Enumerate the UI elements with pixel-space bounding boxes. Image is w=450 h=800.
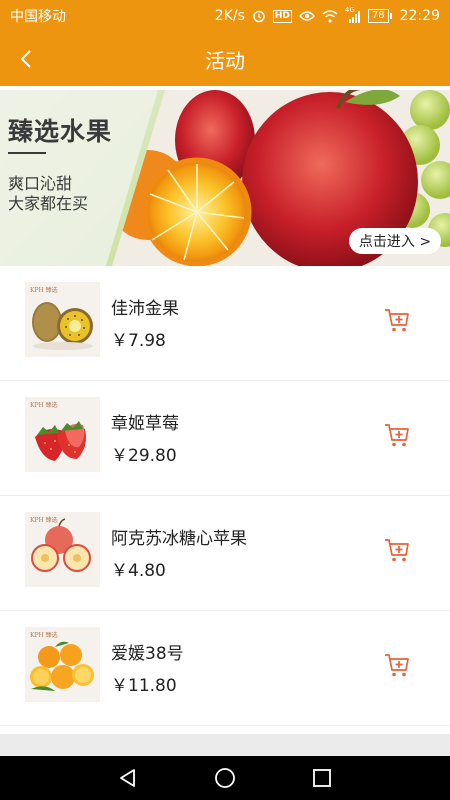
network-speed: 2K/s	[214, 8, 245, 24]
triangle-back-icon	[120, 769, 136, 787]
product-image-apple: KPH 臻选	[25, 512, 100, 587]
add-cart-icon	[385, 424, 409, 447]
thumb-logo: KPH 臻选	[30, 517, 58, 524]
product-list: KPH 臻选 佳沛金果 ￥7.98 KPH 臻选 章姬草莓 ￥29.80 KPH…	[0, 266, 450, 726]
product-image-strawberry: KPH 臻选	[25, 397, 100, 472]
list-item[interactable]: KPH 臻选 佳沛金果 ￥7.98	[0, 266, 450, 381]
thumb-logo: KPH 臻选	[30, 287, 58, 294]
add-to-cart-button[interactable]	[383, 536, 411, 564]
square-recents-icon	[312, 769, 331, 787]
list-item[interactable]: KPH 臻选 爱媛38号 ￥11.80	[0, 611, 450, 726]
product-price: ￥11.80	[111, 676, 177, 696]
add-cart-icon	[385, 539, 409, 562]
add-cart-icon	[385, 654, 409, 677]
product-price: ￥7.98	[111, 331, 166, 351]
page-title: 活动	[205, 48, 245, 73]
banner-subtitle-2: 大家都在买	[8, 194, 89, 213]
product-name: 章姬草莓	[111, 414, 179, 434]
list-item[interactable]: KPH 臻选 章姬草莓 ￥29.80	[0, 381, 450, 496]
network-type: 4G	[344, 5, 355, 14]
banner-title: 臻选水果	[8, 117, 113, 146]
product-image-orange: KPH 臻选	[25, 627, 100, 702]
status-bar: 中国移动 2K/s HD 4G 78 22:29	[0, 0, 450, 32]
nav-back-button[interactable]	[108, 758, 148, 798]
add-cart-icon	[385, 309, 409, 332]
back-button[interactable]	[6, 32, 46, 86]
wifi-icon	[322, 9, 338, 23]
status-icons: 2K/s HD 4G 78 22:29	[214, 6, 440, 25]
alarm-icon	[252, 9, 266, 23]
add-to-cart-button[interactable]	[383, 306, 411, 334]
hd-icon: HD	[272, 9, 292, 23]
enter-button[interactable]: 点击进入 >	[349, 228, 441, 254]
signal-icon: 4G	[345, 6, 361, 23]
clock: 22:29	[399, 8, 440, 24]
nav-recents-button[interactable]	[302, 758, 342, 798]
list-item[interactable]: KPH 臻选 阿克苏冰糖心苹果 ￥4.80	[0, 496, 450, 611]
banner-divider	[8, 152, 46, 154]
carrier-label: 中国移动	[10, 9, 66, 25]
product-price: ￥4.80	[111, 561, 166, 581]
circle-home-icon	[215, 768, 235, 788]
thumb-logo: KPH 臻选	[30, 632, 58, 639]
eye-icon	[298, 10, 315, 22]
add-to-cart-button[interactable]	[383, 651, 411, 679]
product-price: ￥29.80	[111, 446, 177, 466]
system-nav-bar	[0, 756, 450, 800]
list-footer	[0, 734, 450, 756]
product-name: 阿克苏冰糖心苹果	[111, 529, 247, 549]
product-name: 佳沛金果	[111, 299, 179, 319]
app-header: 活动	[0, 32, 450, 86]
thumb-logo: KPH 臻选	[30, 402, 58, 409]
nav-home-button[interactable]	[205, 758, 245, 798]
add-to-cart-button[interactable]	[383, 421, 411, 449]
product-name: 爱媛38号	[111, 644, 184, 664]
battery-icon: 78	[367, 9, 392, 23]
chevron-left-icon	[20, 50, 31, 68]
product-image-kiwi: KPH 臻选	[25, 282, 100, 357]
